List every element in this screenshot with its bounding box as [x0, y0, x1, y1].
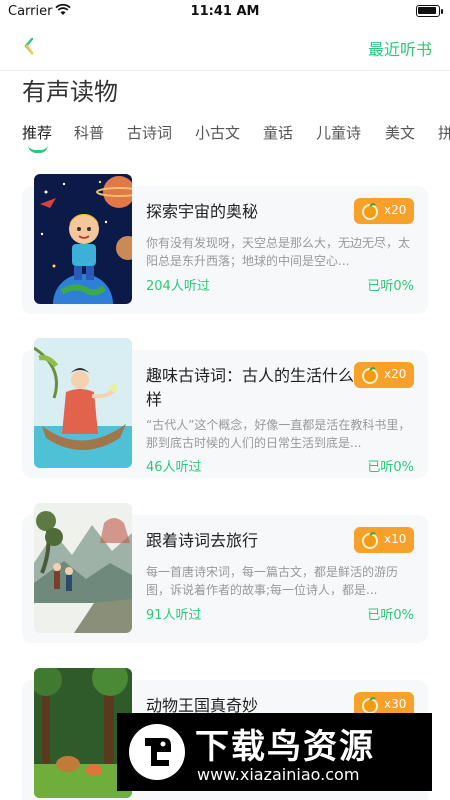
listen-progress: 已听0% [367, 608, 414, 623]
price-value: x30 [384, 697, 407, 711]
page-title: 有声读物 [22, 78, 118, 106]
listen-progress: 已听0% [367, 460, 414, 475]
book-title: 趣味古诗词：古人的生活什么样 [146, 366, 355, 409]
watermark-url: www.xiazainiao.com [197, 765, 360, 784]
book-cover-ancient-life [34, 338, 132, 468]
battery-tip [441, 9, 443, 14]
clock: 11:41 AM [190, 4, 260, 19]
book-cover-space [34, 174, 132, 304]
orange-coin-icon [362, 367, 378, 384]
status-bar: Carrier 11:41 AM [0, 0, 450, 22]
book-card[interactable]: 跟着诗词去旅行 x10 每一首唐诗宋词，每一篇古文，都是鲜活的游历图，诉说着作者… [22, 503, 428, 643]
tab-prose[interactable]: 美文 [385, 122, 415, 143]
nav-divider [0, 70, 450, 71]
listen-progress: 已听0% [367, 279, 414, 294]
price-badge: x10 [354, 527, 414, 553]
watermark-title: 下载鸟资源 [195, 727, 375, 767]
orange-coin-icon [362, 697, 378, 714]
tab-ancient-poems[interactable]: 古诗词 [127, 122, 172, 143]
book-title: 跟着诗词去旅行 [146, 531, 259, 550]
book-title: 探索宇宙的奥秘 [146, 202, 259, 221]
tab-pinyin[interactable]: 拼 [438, 122, 450, 143]
recent-listening-link[interactable]: 最近听书 [368, 36, 432, 60]
watermark-banner: 下载鸟资源 www.xiazainiao.com [117, 713, 432, 791]
orange-coin-icon [362, 532, 378, 549]
price-badge: x20 [354, 198, 414, 224]
book-card[interactable]: 趣味古诗词：古人的生活什么样 x20 “古代人”这个概念，好像一直都是活在教科书… [22, 338, 428, 478]
price-badge: x20 [354, 362, 414, 388]
back-chevron-icon[interactable] [18, 35, 42, 59]
book-card[interactable]: 探索宇宙的奥秘 x20 你有没有发现呀，天空总是那么大，无边无尽，太阳总是东升西… [22, 174, 428, 314]
book-description: “古代人”这个概念，好像一直都是活在教科书里，那到底古时候的人们的日常生活到底是… [146, 418, 411, 450]
book-description: 每一首唐诗宋词，每一篇古文，都是鲜活的游历图，诉说着作者的故事;每一位诗人，都是… [146, 565, 399, 597]
listener-count: 91人听过 [146, 608, 202, 623]
listener-count: 46人听过 [146, 460, 202, 475]
tab-recommend[interactable]: 推荐 [22, 122, 52, 143]
price-value: x10 [384, 532, 407, 546]
tab-children-poems[interactable]: 儿童诗 [316, 122, 361, 143]
price-value: x20 [384, 367, 407, 381]
tab-science[interactable]: 科普 [74, 122, 104, 143]
price-value: x20 [384, 203, 407, 217]
tab-fairy-tales[interactable]: 童话 [263, 122, 293, 143]
nav-bar: 最近听书 [0, 24, 450, 70]
tab-classical-prose[interactable]: 小古文 [195, 122, 240, 143]
book-cover-poetry-travel [34, 503, 132, 633]
battery-icon [416, 5, 440, 17]
orange-coin-icon [362, 203, 378, 220]
active-tab-indicator [28, 145, 48, 153]
category-tabs: 推荐 科普 古诗词 小古文 童话 儿童诗 美文 拼 [0, 118, 450, 158]
bird-logo-icon [129, 724, 185, 780]
book-description: 你有没有发现呀，天空总是那么大，无边无尽，太阳总是东升西落；地球的中间是空心..… [146, 236, 411, 268]
listener-count: 204人听过 [146, 279, 210, 294]
